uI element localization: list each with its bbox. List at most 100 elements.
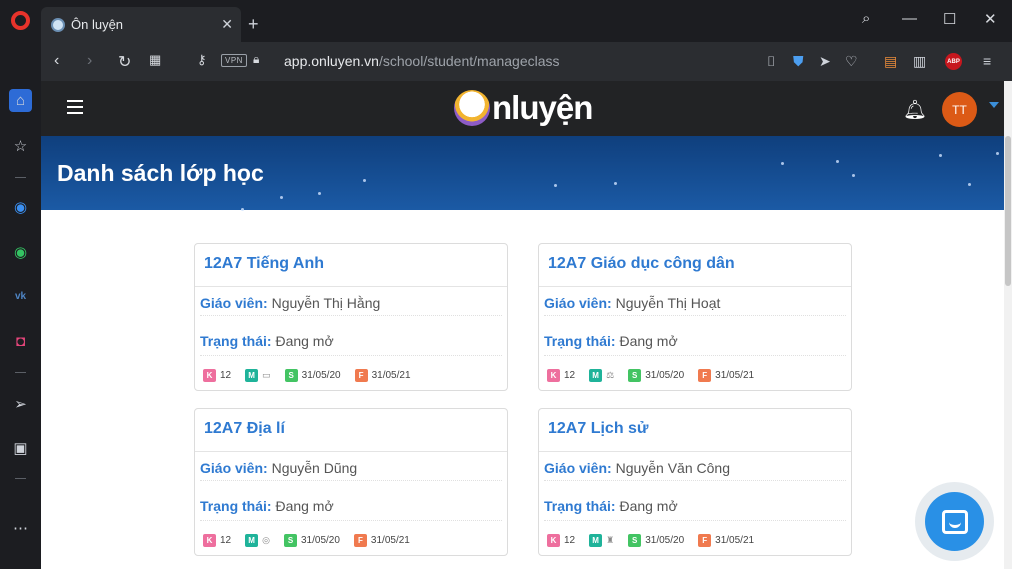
web-page: nluyện 🔔︎ TT Danh sách lớp học 12A7 Tiến… <box>41 81 1012 569</box>
wallet-icon[interactable]: ▣ <box>9 436 32 459</box>
chat-launcher-button[interactable] <box>925 492 984 551</box>
close-tab-icon[interactable]: ✕ <box>221 16 233 33</box>
site-header: nluyện 🔔︎ TT <box>41 81 1004 136</box>
grade-value: 12 <box>220 370 232 381</box>
finish-date: 31/05/21 <box>371 370 411 381</box>
close-window-icon[interactable]: ✕ <box>984 10 997 28</box>
class-name[interactable]: 12A7 Tiếng Anh <box>204 255 324 273</box>
status-label: Trạng thái: <box>200 333 272 349</box>
class-name[interactable]: 12A7 Địa lí <box>204 420 285 438</box>
messenger-icon[interactable]: ◉ <box>9 195 32 218</box>
snapshot-camera-icon[interactable]: ⌷ <box>767 53 775 70</box>
notification-bell-icon[interactable]: 🔔︎ <box>903 98 927 122</box>
more-options-icon[interactable]: ⋯ <box>9 516 32 539</box>
url-field[interactable]: app.onluyen.vn/school/student/manageclas… <box>284 53 560 69</box>
opera-logo-icon[interactable] <box>11 11 30 30</box>
card-divider <box>195 286 507 287</box>
grade-value: 12 <box>564 370 576 381</box>
card-divider <box>195 451 507 452</box>
finish-date: 31/05/21 <box>370 535 410 546</box>
flow-send-icon[interactable]: ➢ <box>9 392 32 415</box>
subject-icon: ▭ <box>262 370 271 380</box>
whatsapp-icon[interactable]: ◉ <box>9 240 32 263</box>
subject-icon: ⚖ <box>606 370 615 380</box>
teacher-row: Giáo viên: Nguyễn Dũng <box>200 460 357 476</box>
subject-badge: M <box>589 534 603 547</box>
minimize-icon[interactable]: — <box>902 10 917 27</box>
extension-icon[interactable]: ▤ <box>884 53 897 70</box>
subject-icon: ◎ <box>262 535 270 545</box>
page-banner: Danh sách lớp học <box>41 136 1004 211</box>
url-host: app.onluyen.vn <box>284 53 379 69</box>
adblock-plus-icon[interactable]: ABP <box>945 53 962 70</box>
forward-icon[interactable]: › <box>87 52 92 70</box>
key-icon[interactable]: ⚷ <box>197 52 207 68</box>
new-tab-button[interactable]: + <box>248 14 259 35</box>
class-name[interactable]: 12A7 Giáo dục công dân <box>548 255 735 273</box>
address-bar: ‹ › ↻ ▦ ⚷ VPN 🔒︎ app.onluyen.vn/school/s… <box>41 42 1012 81</box>
teacher-label: Giáo viên: <box>544 295 612 311</box>
reader-icon[interactable]: ▥ <box>913 53 926 70</box>
start-badge: S <box>284 369 298 382</box>
finish-badge: F <box>353 534 367 547</box>
reload-icon[interactable]: ↻ <box>118 52 131 72</box>
tab-title: Ôn luyện <box>71 17 124 32</box>
chat-icon <box>941 509 968 534</box>
finish-date: 31/05/21 <box>715 370 755 381</box>
status-label: Trạng thái: <box>544 498 616 514</box>
class-card[interactable]: 12A7 Giáo dục công dân Giáo viên: Nguyễn… <box>538 243 852 391</box>
class-meta: K 12 M ◎ S 31/05/20 F 31/05/21 <box>203 534 424 547</box>
teacher-name: Nguyễn Dũng <box>271 460 358 476</box>
tab-strip: Ôn luyện ✕ + ⌕ — ☐ ✕ <box>41 0 1012 42</box>
grade-value: 12 <box>564 535 576 546</box>
brand-text: nluyện <box>492 89 593 126</box>
teacher-row: Giáo viên: Nguyễn Thị Hằng <box>200 295 380 311</box>
card-divider <box>539 451 851 452</box>
grade-badge: K <box>203 534 216 547</box>
search-tabs-icon[interactable]: ⌕ <box>862 10 870 27</box>
vpn-badge[interactable]: VPN <box>221 54 247 67</box>
status-label: Trạng thái: <box>544 333 616 349</box>
instagram-icon[interactable]: ◘ <box>9 330 32 353</box>
bookmarks-star-icon[interactable]: ☆ <box>9 134 32 157</box>
start-badge: S <box>628 534 642 547</box>
card-divider <box>539 286 851 287</box>
class-card[interactable]: 12A7 Lịch sử Giáo viên: Nguyễn Văn Công … <box>538 408 852 556</box>
subject-icon: ♜ <box>606 535 615 545</box>
account-dropdown-icon[interactable] <box>989 102 999 108</box>
speed-dial-home-icon[interactable]: ⌂ <box>9 89 32 112</box>
opera-sidebar: ⌂ ☆ ◉ ◉ vk ◘ ➢ ▣ ⋯ <box>0 0 41 569</box>
lock-icon[interactable]: 🔒︎ <box>253 52 259 67</box>
mascot-icon <box>454 90 490 126</box>
back-icon[interactable]: ‹ <box>54 52 59 70</box>
teacher-name: Nguyễn Thị Hoạt <box>615 295 721 311</box>
maximize-icon[interactable]: ☐ <box>943 10 956 28</box>
shield-icon[interactable]: ⛊ <box>793 53 804 70</box>
grade-badge: K <box>547 369 560 382</box>
class-card[interactable]: 12A7 Tiếng Anh Giáo viên: Nguyễn Thị Hằn… <box>194 243 508 391</box>
status-value: Đang mở <box>275 498 334 514</box>
send-icon[interactable]: ➤ <box>819 53 831 70</box>
url-path: /school/student/manageclass <box>378 53 560 69</box>
grade-value: 12 <box>220 535 232 546</box>
teacher-label: Giáo viên: <box>200 460 268 476</box>
tab-grid-icon[interactable]: ▦ <box>149 52 161 68</box>
subject-badge: M <box>589 369 603 382</box>
page-title: Danh sách lớp học <box>57 160 264 186</box>
start-date: 31/05/20 <box>645 370 685 381</box>
easy-setup-icon[interactable]: ≡ <box>983 53 991 69</box>
heart-icon[interactable]: ♡ <box>845 53 858 70</box>
sidebar-divider <box>15 478 26 479</box>
scrollbar-thumb[interactable] <box>1005 136 1011 286</box>
status-row: Trạng thái: Đang mở <box>544 498 678 514</box>
browser-tab[interactable]: Ôn luyện ✕ <box>41 7 241 42</box>
finish-date: 31/05/21 <box>715 535 755 546</box>
class-card[interactable]: 12A7 Địa lí Giáo viên: Nguyễn Dũng Trạng… <box>194 408 508 556</box>
class-name[interactable]: 12A7 Lịch sử <box>548 420 649 438</box>
status-value: Đang mở <box>619 333 678 349</box>
teacher-name: Nguyễn Thị Hằng <box>271 295 381 311</box>
menu-hamburger-icon[interactable] <box>67 100 83 114</box>
onluyen-logo[interactable]: nluyện <box>454 89 593 127</box>
user-avatar[interactable]: TT <box>942 92 977 127</box>
vk-icon[interactable]: vk <box>9 285 32 308</box>
